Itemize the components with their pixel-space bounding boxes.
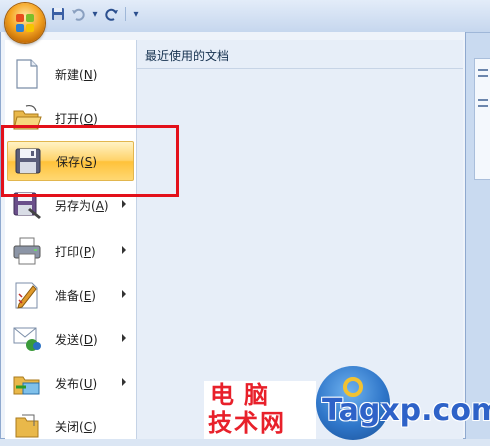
menu-item-new[interactable]: 新建(N) xyxy=(7,54,134,94)
watermark-site-text: Tagxp.com xyxy=(322,393,490,428)
menu-item-label: 准备(E) xyxy=(55,288,96,303)
toolbar-separator xyxy=(125,7,126,21)
title-bar: ▾ ▾ xyxy=(0,0,490,33)
submenu-arrow-icon xyxy=(122,246,126,254)
submenu-arrow-icon xyxy=(122,334,126,342)
printer-icon xyxy=(7,231,47,271)
recent-documents-title: 最近使用的文档 xyxy=(145,49,230,63)
recent-documents-header: 最近使用的文档 xyxy=(137,40,463,69)
menu-command-list: 新建(N) 打开(O) 保存(S) 另存为(A) 打印(P) 准备(E) 发送(… xyxy=(5,40,137,439)
quick-access-toolbar: ▾ ▾ xyxy=(48,4,158,24)
save-icon[interactable] xyxy=(48,5,68,23)
menu-item-label: 新建(N) xyxy=(55,67,98,82)
menu-item-label: 发送(D) xyxy=(55,332,98,347)
menu-item-publish[interactable]: 发布(U) xyxy=(7,363,134,403)
office-button[interactable] xyxy=(5,3,45,43)
redo-icon[interactable] xyxy=(102,5,122,23)
prepare-icon xyxy=(7,275,47,315)
recent-documents-panel: 最近使用的文档 xyxy=(137,40,463,439)
submenu-arrow-icon xyxy=(122,200,126,208)
close-folder-icon xyxy=(7,406,47,446)
menu-item-label: 发布(U) xyxy=(55,376,98,391)
menu-item-prepare[interactable]: 准备(E) xyxy=(7,275,134,315)
watermark-chinese-text: 电脑 技术网 xyxy=(204,381,316,439)
publish-icon xyxy=(7,363,47,403)
send-icon xyxy=(7,319,47,359)
ribbon-edge xyxy=(474,58,490,180)
menu-item-label: 打印(P) xyxy=(55,244,96,259)
new-document-icon xyxy=(7,54,47,94)
menu-item-close[interactable]: 关闭(C) xyxy=(7,406,134,446)
undo-icon[interactable] xyxy=(68,5,88,23)
submenu-arrow-icon xyxy=(122,290,126,298)
office-logo-icon xyxy=(16,14,34,32)
office-menu: 新建(N) 打开(O) 保存(S) 另存为(A) 打印(P) 准备(E) 发送(… xyxy=(0,32,466,439)
undo-dropdown-icon[interactable]: ▾ xyxy=(88,9,102,20)
menu-item-label: 另存为(A) xyxy=(55,198,109,213)
customize-icon[interactable]: ▾ xyxy=(129,9,143,20)
highlight-annotation xyxy=(1,125,179,197)
menu-item-label: 关闭(C) xyxy=(55,419,97,434)
submenu-arrow-icon xyxy=(122,378,126,386)
menu-item-print[interactable]: 打印(P) xyxy=(7,231,134,271)
menu-item-label: 打开(O) xyxy=(55,111,98,126)
menu-item-send[interactable]: 发送(D) xyxy=(7,319,134,359)
